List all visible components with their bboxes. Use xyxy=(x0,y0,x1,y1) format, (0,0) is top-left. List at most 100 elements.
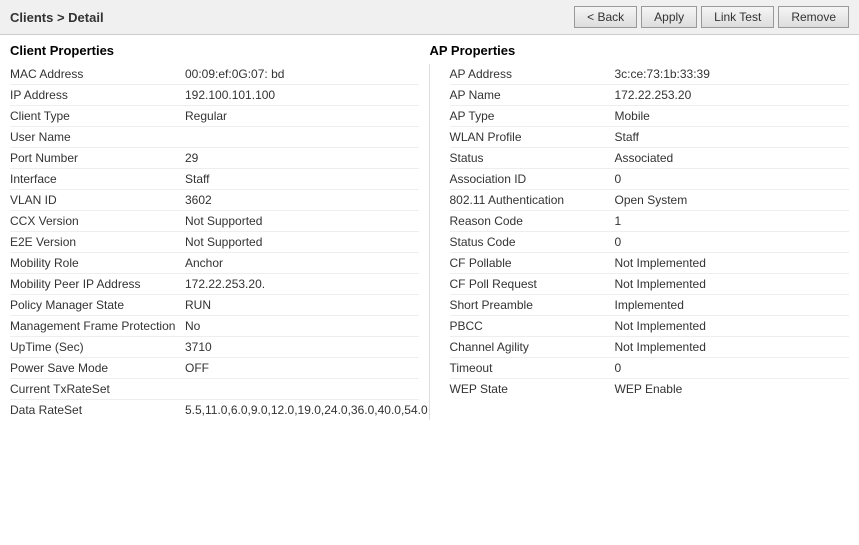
client-properties-title: Client Properties xyxy=(10,43,430,58)
right-prop-value: Not Implemented xyxy=(615,256,706,270)
apply-button[interactable]: Apply xyxy=(641,6,697,28)
top-bar: Clients > Detail < Back Apply Link Test … xyxy=(0,0,859,35)
right-prop-row: Reason Code1 xyxy=(450,211,850,232)
left-prop-value: Anchor xyxy=(185,256,223,270)
left-prop-value: 3710 xyxy=(185,340,212,354)
left-prop-row: Port Number29 xyxy=(10,148,419,169)
right-prop-row: AP TypeMobile xyxy=(450,106,850,127)
right-prop-label: Association ID xyxy=(450,172,615,186)
left-prop-value: OFF xyxy=(185,361,209,375)
right-prop-label: AP Address xyxy=(450,67,615,81)
left-prop-row: CCX VersionNot Supported xyxy=(10,211,419,232)
top-buttons: < Back Apply Link Test Remove xyxy=(574,6,849,28)
left-prop-row: MAC Address00:09:ef:0G:07: bd xyxy=(10,64,419,85)
back-button[interactable]: < Back xyxy=(574,6,637,28)
right-prop-row: Timeout0 xyxy=(450,358,850,379)
right-prop-value: 0 xyxy=(615,172,622,186)
left-prop-value: 00:09:ef:0G:07: bd xyxy=(185,67,284,81)
left-prop-label: CCX Version xyxy=(10,214,185,228)
left-prop-label: UpTime (Sec) xyxy=(10,340,185,354)
left-prop-label: Data RateSet xyxy=(10,403,185,417)
left-prop-row: Mobility RoleAnchor xyxy=(10,253,419,274)
left-prop-row: E2E VersionNot Supported xyxy=(10,232,419,253)
right-prop-value: 3c:ce:73:1b:33:39 xyxy=(615,67,710,81)
right-prop-row: Association ID0 xyxy=(450,169,850,190)
right-prop-label: AP Type xyxy=(450,109,615,123)
left-prop-value: 172.22.253.20. xyxy=(185,277,265,291)
left-properties: MAC Address00:09:ef:0G:07: bdIP Address1… xyxy=(10,64,430,420)
left-prop-value: No xyxy=(185,319,200,333)
left-prop-value: 29 xyxy=(185,151,198,165)
right-prop-label: AP Name xyxy=(450,88,615,102)
right-prop-label: Status Code xyxy=(450,235,615,249)
left-prop-label: Current TxRateSet xyxy=(10,382,185,396)
right-prop-label: Status xyxy=(450,151,615,165)
left-prop-label: Mobility Role xyxy=(10,256,185,270)
left-prop-row: Power Save ModeOFF xyxy=(10,358,419,379)
right-prop-label: Channel Agility xyxy=(450,340,615,354)
remove-button[interactable]: Remove xyxy=(778,6,849,28)
left-prop-label: Mobility Peer IP Address xyxy=(10,277,185,291)
left-prop-label: Management Frame Protection xyxy=(10,319,185,333)
content: Client Properties AP Properties MAC Addr… xyxy=(0,35,859,428)
left-prop-row: User Name xyxy=(10,127,419,148)
right-prop-row: CF Poll RequestNot Implemented xyxy=(450,274,850,295)
right-prop-label: Short Preamble xyxy=(450,298,615,312)
left-prop-row: VLAN ID3602 xyxy=(10,190,419,211)
left-prop-row: Client TypeRegular xyxy=(10,106,419,127)
left-prop-row: IP Address192.100.101.100 xyxy=(10,85,419,106)
left-prop-value: 192.100.101.100 xyxy=(185,88,275,102)
right-prop-value: Staff xyxy=(615,130,639,144)
left-prop-row: Data RateSet5.5,11.0,6.0,9.0,12.0,19.0,2… xyxy=(10,400,419,420)
right-prop-row: WLAN ProfileStaff xyxy=(450,127,850,148)
left-prop-row: InterfaceStaff xyxy=(10,169,419,190)
right-prop-value: 0 xyxy=(615,235,622,249)
left-prop-value: 5.5,11.0,6.0,9.0,12.0,19.0,24.0,36.0,40.… xyxy=(185,403,428,417)
left-prop-label: IP Address xyxy=(10,88,185,102)
right-prop-value: Mobile xyxy=(615,109,650,123)
right-prop-row: PBCCNot Implemented xyxy=(450,316,850,337)
left-prop-row: Management Frame ProtectionNo xyxy=(10,316,419,337)
right-prop-label: WEP State xyxy=(450,382,615,396)
left-prop-label: MAC Address xyxy=(10,67,185,81)
left-prop-label: Power Save Mode xyxy=(10,361,185,375)
left-prop-value: RUN xyxy=(185,298,211,312)
properties-container: MAC Address00:09:ef:0G:07: bdIP Address1… xyxy=(10,64,849,420)
right-prop-value: Not Implemented xyxy=(615,277,706,291)
right-prop-row: AP Address3c:ce:73:1b:33:39 xyxy=(450,64,850,85)
left-prop-value: Not Supported xyxy=(185,214,262,228)
left-prop-label: VLAN ID xyxy=(10,193,185,207)
right-prop-row: WEP StateWEP Enable xyxy=(450,379,850,399)
right-prop-row: 802.11 AuthenticationOpen System xyxy=(450,190,850,211)
right-prop-value: Implemented xyxy=(615,298,684,312)
right-prop-value: Not Implemented xyxy=(615,340,706,354)
left-prop-row: Current TxRateSet xyxy=(10,379,419,400)
right-prop-value: Associated xyxy=(615,151,674,165)
left-prop-label: Policy Manager State xyxy=(10,298,185,312)
left-prop-value: Staff xyxy=(185,172,209,186)
right-prop-row: StatusAssociated xyxy=(450,148,850,169)
right-prop-value: Open System xyxy=(615,193,688,207)
left-prop-label: Client Type xyxy=(10,109,185,123)
left-prop-value: 3602 xyxy=(185,193,212,207)
left-prop-label: Interface xyxy=(10,172,185,186)
right-properties: AP Address3c:ce:73:1b:33:39AP Name172.22… xyxy=(430,64,850,420)
left-prop-value: Regular xyxy=(185,109,227,123)
right-prop-value: WEP Enable xyxy=(615,382,683,396)
right-prop-row: Status Code0 xyxy=(450,232,850,253)
left-prop-label: User Name xyxy=(10,130,185,144)
right-prop-row: Channel AgilityNot Implemented xyxy=(450,337,850,358)
right-prop-row: AP Name172.22.253.20 xyxy=(450,85,850,106)
right-prop-label: CF Poll Request xyxy=(450,277,615,291)
right-prop-label: PBCC xyxy=(450,319,615,333)
right-prop-label: Reason Code xyxy=(450,214,615,228)
right-prop-label: 802.11 Authentication xyxy=(450,193,615,207)
link-test-button[interactable]: Link Test xyxy=(701,6,774,28)
right-prop-value: 172.22.253.20 xyxy=(615,88,692,102)
left-prop-value: Not Supported xyxy=(185,235,262,249)
right-prop-label: Timeout xyxy=(450,361,615,375)
right-prop-value: Not Implemented xyxy=(615,319,706,333)
ap-properties-title: AP Properties xyxy=(430,43,850,58)
right-prop-value: 0 xyxy=(615,361,622,375)
left-prop-row: Mobility Peer IP Address172.22.253.20. xyxy=(10,274,419,295)
